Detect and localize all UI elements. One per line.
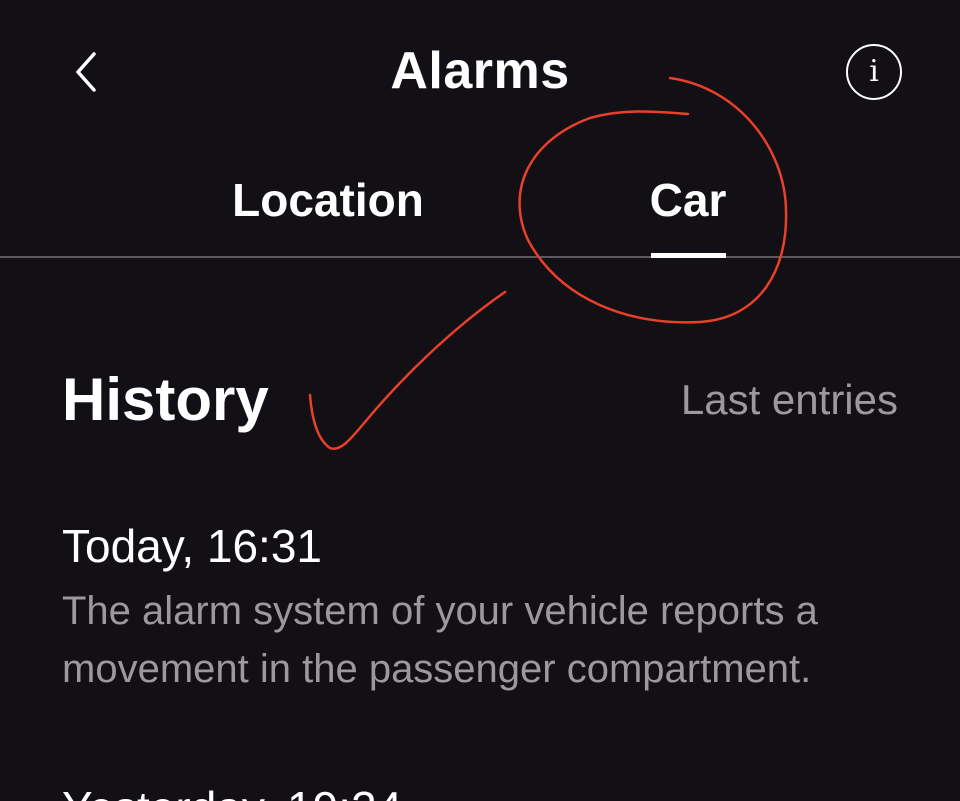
page-title: Alarms — [390, 42, 570, 100]
history-entry[interactable]: Today, 16:31 The alarm system of your ve… — [62, 516, 912, 698]
tab-car[interactable]: Car — [610, 160, 766, 258]
alarms-screen: Alarms i Location Car History Last entri… — [0, 0, 960, 801]
info-button[interactable]: i — [846, 44, 902, 100]
entry-time: Today, 16:31 — [62, 520, 323, 572]
tab-location[interactable]: Location — [200, 160, 456, 258]
info-icon: i — [869, 54, 879, 89]
tab-selected-indicator — [651, 253, 726, 258]
entry-description: The alarm system of your vehicle reports… — [62, 589, 818, 691]
last-entries-link[interactable]: Last entries — [681, 372, 898, 428]
tab-bar: Location Car — [0, 160, 960, 258]
annotation-checkmark-stroke — [308, 290, 507, 451]
history-title: History — [62, 366, 269, 433]
history-entry[interactable]: Yesterday, 19:24 — [62, 778, 912, 801]
entry-time: Yesterday, 19:24 — [62, 778, 912, 801]
tab-divider — [0, 256, 960, 258]
